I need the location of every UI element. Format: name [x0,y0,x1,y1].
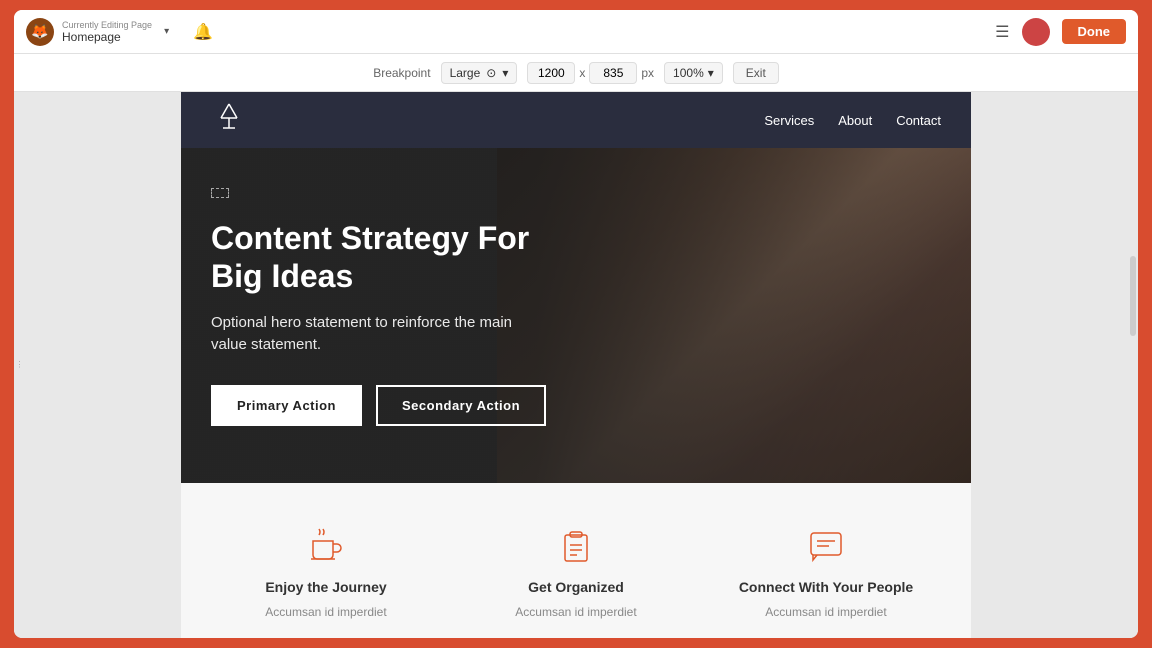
feature-desc-3: Accumsan id imperdiet [765,605,886,619]
clipboard-icon [553,523,599,569]
zoom-dropdown-arrow: ▾ [708,66,714,80]
features-section: Enjoy the Journey Accumsan id imperdiet [181,483,971,638]
feature-item-1: Enjoy the Journey Accumsan id imperdiet [211,523,441,619]
page-name: Homepage [62,30,152,44]
breakpoint-value: Large [450,66,481,80]
coffee-icon [303,523,349,569]
hero-title: Content Strategy For Big Ideas [211,219,551,296]
chat-icon [803,523,849,569]
dimension-inputs: x px [527,62,654,84]
hero-content: Content Strategy For Big Ideas Optional … [211,188,551,426]
zoom-select[interactable]: 100% ▾ [664,62,723,84]
site-logo [211,100,247,141]
breakpoint-icon: ⊙ [486,66,496,80]
feature-item-3: Connect With Your People Accumsan id imp… [711,523,941,619]
editing-label: Currently Editing Page [62,20,152,30]
settings-icon[interactable]: ☰ [995,22,1009,42]
hero-dashed-selection [211,188,229,198]
secondary-action-button[interactable]: Secondary Action [376,385,546,426]
hero-section: Content Strategy For Big Ideas Optional … [181,148,971,483]
breakpoint-dropdown-arrow: ▾ [502,66,508,80]
top-bar-left: 🦊 Currently Editing Page Homepage ▾ 🔔 [26,18,213,46]
user-avatar[interactable] [1022,18,1050,46]
exit-button[interactable]: Exit [733,62,779,84]
done-button[interactable]: Done [1062,19,1127,44]
canvas-area: ⋮ Services About Contact [14,92,1138,638]
feature-title-3: Connect With Your People [739,579,913,595]
top-bar: 🦊 Currently Editing Page Homepage ▾ 🔔 ☰ … [14,10,1138,54]
primary-action-button[interactable]: Primary Action [211,385,362,426]
feature-desc-2: Accumsan id imperdiet [515,605,636,619]
nav-link-services[interactable]: Services [764,113,814,128]
hero-buttons: Primary Action Secondary Action [211,385,551,426]
nav-link-about[interactable]: About [838,113,872,128]
feature-desc-1: Accumsan id imperdiet [265,605,386,619]
feature-title-2: Get Organized [528,579,624,595]
hero-subtitle: Optional hero statement to reinforce the… [211,312,551,357]
page-info: Currently Editing Page Homepage [62,20,152,44]
breakpoint-bar: Breakpoint Large ⊙ ▾ x px 100% ▾ Exit [14,54,1138,92]
feature-title-1: Enjoy the Journey [265,579,386,595]
website-preview: Services About Contact Content Strategy … [181,92,971,638]
bell-icon[interactable]: 🔔 [193,22,213,42]
avatar: 🦊 [26,18,54,46]
handle-dots: ⋮ [16,361,25,369]
width-input[interactable] [527,62,575,84]
breakpoint-label: Breakpoint [373,66,430,80]
left-resize-handle[interactable]: ⋮ [14,345,26,385]
editor-chrome: 🦊 Currently Editing Page Homepage ▾ 🔔 ☰ … [14,10,1138,638]
scroll-thumb[interactable] [1130,256,1136,336]
px-label: px [641,66,654,80]
height-input[interactable] [589,62,637,84]
site-nav: Services About Contact [181,92,971,148]
breakpoint-select[interactable]: Large ⊙ ▾ [441,62,518,84]
feature-item-2: Get Organized Accumsan id imperdiet [461,523,691,619]
zoom-value: 100% [673,66,704,80]
nav-link-contact[interactable]: Contact [896,113,941,128]
top-bar-right: ☰ Done [995,18,1126,46]
logo-icon [211,100,247,136]
scrollbar[interactable] [1126,92,1138,638]
page-dropdown-arrow[interactable]: ▾ [164,26,169,37]
times-label: x [579,66,585,80]
nav-links: Services About Contact [764,113,941,128]
